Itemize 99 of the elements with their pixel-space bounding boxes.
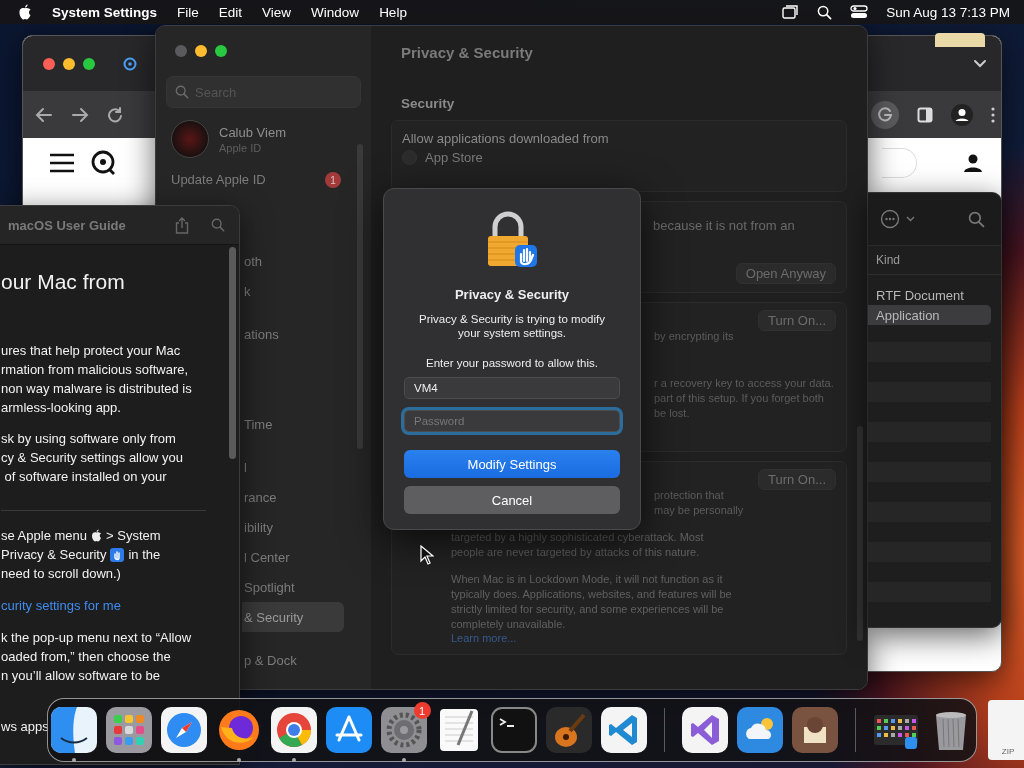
setting-button[interactable]: Open Anyway	[735, 263, 836, 284]
body-paragraph: ws apps	[1, 718, 50, 736]
username-field[interactable]: VM4	[404, 377, 620, 399]
chevron-down-icon[interactable]	[973, 58, 987, 69]
back-arrow-icon[interactable]	[35, 106, 53, 123]
sidebar-item[interactable]: p & Dock	[242, 645, 344, 675]
dialog-title: Privacy & Security	[454, 287, 570, 302]
step-text: se Apple menu	[1, 527, 87, 545]
step-text: > System	[106, 527, 161, 545]
share-icon[interactable]	[175, 216, 189, 234]
file-row[interactable]: Application	[868, 305, 991, 325]
more-options-icon[interactable]	[880, 209, 900, 229]
setting-label: Allow applications downloaded from	[402, 131, 610, 146]
section-title: Security	[400, 96, 456, 111]
zoom-button[interactable]	[83, 57, 95, 70]
sidebar-item[interactable]: Update Apple ID	[171, 172, 325, 187]
profile-icon[interactable]	[951, 103, 973, 126]
sidebar-item[interactable]: & Security	[242, 602, 344, 632]
page-heading: our Mac from	[1, 269, 126, 295]
dialog-message: Privacy & Security is trying to modify your system settings.	[419, 312, 605, 340]
cloud-icon[interactable]	[736, 707, 783, 753]
setting-button[interactable]: Turn On...	[757, 310, 836, 331]
file-row[interactable]: RTF Document	[868, 285, 991, 305]
ribbon-logo-icon[interactable]	[681, 707, 728, 753]
confirm-button[interactable]: Modify Settings	[404, 450, 620, 478]
gear-icon[interactable]	[380, 707, 427, 753]
search-icon	[175, 85, 189, 99]
sidebar-icon[interactable]	[917, 106, 933, 123]
column-header[interactable]: Kind	[868, 246, 1001, 275]
sidebar-item[interactable]: oth	[242, 246, 344, 276]
description-text: because it is not from an	[653, 218, 796, 233]
tab-favicon-icon[interactable]	[123, 56, 137, 71]
zoom-button[interactable]	[215, 45, 227, 57]
sidebar-item[interactable]: Time	[242, 409, 344, 439]
more-menu-icon[interactable]	[991, 106, 995, 123]
settings-link[interactable]: curity settings for me	[1, 596, 121, 615]
notification-badge: 1	[325, 172, 341, 188]
window-title: macOS User Guide	[8, 217, 127, 233]
site-logo-icon[interactable]	[91, 150, 117, 176]
zip-file-icon[interactable]: ZIP	[988, 700, 1024, 760]
sidebar-item[interactable]: rance	[242, 482, 344, 512]
a-strokes-icon[interactable]	[325, 707, 372, 753]
step-text: Privacy & Security	[1, 546, 107, 564]
menu-item[interactable]: Edit	[218, 4, 243, 20]
close-button[interactable]	[43, 57, 55, 70]
minimize-button[interactable]	[63, 57, 75, 70]
scrollbar[interactable]	[229, 247, 236, 459]
body-paragraph: k the pop-up menu next to “Allow oaded from,” then choose the n you’ll allow software to be	[1, 629, 193, 685]
step-text: in the	[128, 546, 161, 564]
app-grid-icon[interactable]	[105, 707, 152, 753]
sidebar-item[interactable]: k	[242, 276, 344, 306]
cursor-icon	[420, 545, 434, 565]
compass-icon[interactable]	[160, 707, 207, 753]
search-icon[interactable]	[817, 4, 833, 20]
menu-item[interactable]: View	[262, 4, 292, 20]
body-paragraph: ures that help protect your Mac rmation from malicious software, non way malware is distributed is armless-looking app.	[1, 342, 193, 417]
dialog-prompt: Enter your password to allow this.	[426, 357, 598, 369]
reload-icon[interactable]	[107, 106, 123, 123]
sidebar-item[interactable]: l Center	[242, 542, 344, 572]
lock-icon	[485, 211, 539, 269]
hand-icon	[110, 547, 125, 562]
menu-icon[interactable]	[49, 152, 75, 174]
minimize-button[interactable]	[195, 45, 207, 57]
sidebar-item[interactable]: ations	[242, 319, 344, 349]
account-icon[interactable]	[963, 153, 983, 173]
sidebar-item[interactable]: Spotlight	[242, 572, 344, 602]
control-center-icon[interactable]	[850, 5, 869, 19]
description-text: When Mac is in Lockdown Mode, it will not function as it typically does. Applications, websites, and features will be strictly limited for security, and some experiences will be completely unavailable.	[451, 572, 733, 632]
chevron-down-icon[interactable]	[906, 216, 915, 222]
clock[interactable]: Sun Aug 13 7:13 PM	[886, 4, 1010, 20]
file-label: ZIP	[1001, 747, 1015, 756]
scrollbar[interactable]	[857, 426, 863, 641]
account-name[interactable]: Calub Viem	[219, 124, 286, 140]
menu-item[interactable]: Help	[379, 4, 407, 20]
body-paragraph: sk by using software only from cy & Security settings allow you of software installed on your	[1, 430, 185, 486]
password-field[interactable]: Password	[404, 410, 620, 432]
apple-icon	[91, 529, 102, 542]
menu-item[interactable]: File	[177, 4, 199, 20]
app-menu[interactable]: System Settings	[52, 4, 158, 20]
setting-button[interactable]: Turn On...	[757, 469, 836, 490]
scrollbar[interactable]	[357, 144, 363, 449]
step-text: need to scroll down.)	[1, 565, 121, 583]
app-icon[interactable]	[791, 707, 838, 753]
forward-arrow-icon[interactable]	[71, 106, 89, 123]
radio-label: App Store	[425, 150, 483, 165]
google-account-button[interactable]	[871, 100, 899, 129]
guitar-icon[interactable]	[545, 707, 592, 753]
cancel-button[interactable]: Cancel	[404, 486, 620, 514]
terminal-icon[interactable]	[490, 707, 537, 753]
g-shape-icon	[877, 106, 893, 123]
code-editor-icon[interactable]	[600, 707, 647, 753]
sidebar-item[interactable]: ibility	[242, 512, 344, 542]
learn-more-link[interactable]: Learn more...	[451, 632, 517, 644]
two-tone-tile-icon[interactable]	[50, 707, 97, 753]
windows-icon[interactable]	[782, 5, 800, 19]
sidebar-item[interactable]: l	[242, 452, 344, 482]
apple-menu-icon[interactable]	[18, 4, 32, 20]
menu-item[interactable]: Window	[311, 4, 360, 20]
window-title: Privacy & Security	[400, 42, 534, 63]
